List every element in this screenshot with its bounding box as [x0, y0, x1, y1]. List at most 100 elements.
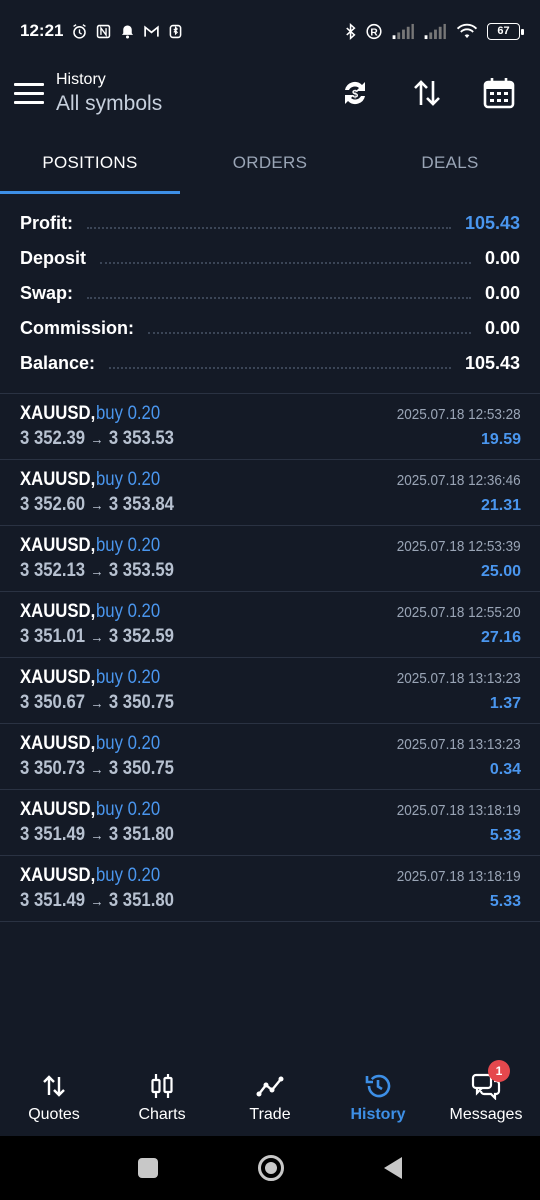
- trade-open-price: 3 352.60: [20, 494, 86, 515]
- currency-refresh-button[interactable]: $: [334, 72, 376, 114]
- trade-time: 2025.07.18 12:53:28: [397, 406, 521, 423]
- battery-level: 67: [497, 25, 510, 37]
- tab-positions[interactable]: POSITIONS: [0, 132, 180, 194]
- app-bar: History All symbols $: [0, 62, 540, 124]
- tab-orders[interactable]: ORDERS: [180, 132, 360, 194]
- positions-list: XAUUSD, buy 0.20 3 352.39 → 3 353.53 2025.0…: [0, 393, 540, 922]
- trade-symbol: XAUUSD,: [20, 667, 96, 688]
- trade-icon: [256, 1076, 284, 1097]
- trade-close-price: 3 350.75: [108, 758, 174, 779]
- nav-quotes[interactable]: Quotes: [0, 1060, 108, 1136]
- menu-icon[interactable]: [14, 82, 44, 104]
- trade-close-price: 3 350.75: [108, 692, 174, 713]
- trade-profit: 21.31: [480, 497, 521, 514]
- bluetooth-icon: [346, 22, 356, 40]
- trade-time: 2025.07.18 13:13:23: [397, 670, 521, 687]
- svg-text:R: R: [370, 27, 378, 38]
- arrow-right-icon: →: [90, 694, 104, 712]
- list-item[interactable]: XAUUSD, buy 0.20 3 352.13 → 3 353.59 2025.0…: [0, 526, 540, 592]
- gmail-icon: [144, 24, 160, 37]
- list-item[interactable]: XAUUSD, buy 0.20 3 352.60 → 3 353.84 2025.0…: [0, 460, 540, 526]
- sort-button[interactable]: [406, 72, 448, 114]
- trade-side: buy 0.20: [95, 865, 160, 886]
- trade-symbol: XAUUSD,: [20, 799, 96, 820]
- trade-close-price: 3 353.84: [108, 494, 174, 515]
- list-item[interactable]: XAUUSD, buy 0.20 3 350.67 → 3 350.75 2025.0…: [0, 658, 540, 724]
- trade-time: 2025.07.18 12:53:39: [397, 538, 521, 555]
- sort-icon: [414, 80, 440, 106]
- trade-symbol: XAUUSD,: [20, 601, 96, 622]
- trade-profit: 27.16: [480, 629, 521, 646]
- home-button[interactable]: [258, 1155, 284, 1181]
- tab-deals[interactable]: DEALS: [360, 132, 540, 194]
- summary-value: 105.43: [464, 213, 520, 233]
- trade-side: buy 0.20: [95, 535, 160, 556]
- nav-label: Trade: [249, 1106, 291, 1123]
- trade-profit: 5.33: [489, 827, 521, 844]
- nav-label: Messages: [449, 1106, 523, 1123]
- history-tabs: POSITIONS ORDERS DEALS: [0, 132, 540, 194]
- app-actions: $: [334, 72, 520, 114]
- summary-label: Balance:: [20, 353, 96, 373]
- page-title: History: [56, 70, 106, 88]
- trade-open-price: 3 350.73: [20, 758, 86, 779]
- trade-side: buy 0.20: [95, 667, 160, 688]
- arrow-right-icon: →: [90, 496, 104, 514]
- trade-symbol: XAUUSD,: [20, 733, 96, 754]
- trade-side: buy 0.20: [95, 403, 160, 424]
- trade-profit: 0.34: [489, 761, 521, 778]
- charts-icon: [151, 1074, 173, 1098]
- list-item[interactable]: XAUUSD, buy 0.20 3 351.49 → 3 351.80 2025.0…: [0, 790, 540, 856]
- nav-messages[interactable]: Messages 1: [432, 1060, 540, 1136]
- trade-side: buy 0.20: [95, 469, 160, 490]
- system-navigation-bar: [0, 1136, 540, 1200]
- summary-value: 0.00: [484, 248, 520, 268]
- signal-icon: [424, 23, 446, 39]
- list-item[interactable]: XAUUSD, buy 0.20 3 351.49 → 3 351.80 2025.0…: [0, 856, 540, 922]
- list-item[interactable]: XAUUSD, buy 0.20 3 352.39 → 3 353.53 2025.0…: [0, 394, 540, 460]
- summary-row-profit: Profit: 105.43: [0, 206, 540, 241]
- nav-trade[interactable]: Trade: [216, 1060, 324, 1136]
- nav-charts[interactable]: Charts: [108, 1060, 216, 1136]
- alarm-icon: [73, 23, 87, 39]
- trade-close-price: 3 353.53: [108, 428, 174, 449]
- notification-icons: [71, 23, 184, 40]
- calendar-button[interactable]: [478, 72, 520, 114]
- trade-symbol: XAUUSD,: [20, 865, 96, 886]
- trade-side: buy 0.20: [95, 799, 160, 820]
- back-button[interactable]: [384, 1157, 402, 1179]
- trade-symbol: XAUUSD,: [20, 403, 96, 424]
- trade-open-price: 3 351.49: [20, 890, 86, 911]
- summary-row-balance: Balance: 105.43: [0, 346, 540, 381]
- summary-row-commission: Commission: 0.00: [0, 311, 540, 346]
- nav-history[interactable]: History: [324, 1060, 432, 1136]
- trade-time: 2025.07.18 13:18:19: [397, 868, 521, 885]
- trade-time: 2025.07.18 13:18:19: [397, 802, 521, 819]
- trade-profit: 5.33: [489, 893, 521, 910]
- trade-profit: 19.59: [480, 431, 521, 448]
- nav-label: Charts: [138, 1106, 186, 1123]
- bell-icon: [122, 25, 134, 39]
- trade-profit: 25.00: [480, 563, 521, 580]
- summary-row-swap: Swap: 0.00: [0, 276, 540, 311]
- recents-button[interactable]: [138, 1158, 158, 1178]
- list-item[interactable]: XAUUSD, buy 0.20 3 351.01 → 3 352.59 2025.0…: [0, 592, 540, 658]
- summary-label: Profit:: [20, 213, 73, 233]
- trade-side: buy 0.20: [95, 601, 160, 622]
- title-block[interactable]: History All symbols: [56, 71, 162, 116]
- signal-icon: [392, 23, 414, 39]
- nav-label: History: [350, 1106, 406, 1123]
- trade-side: buy 0.20: [95, 733, 160, 754]
- currency-refresh-icon: $: [345, 81, 365, 105]
- list-item[interactable]: XAUUSD, buy 0.20 3 350.73 → 3 350.75 2025.0…: [0, 724, 540, 790]
- status-time: 12:21: [20, 21, 64, 40]
- summary-value: 0.00: [484, 283, 520, 303]
- registered-icon: R: [366, 23, 382, 39]
- trade-open-price: 3 351.49: [20, 824, 86, 845]
- summary-label: Commission:: [20, 318, 135, 338]
- summary-label: Swap:: [20, 283, 74, 303]
- history-icon: [365, 1074, 391, 1098]
- trade-close-price: 3 352.59: [108, 626, 174, 647]
- summary-value: 105.43: [464, 353, 520, 373]
- symbol-filter: All symbols: [56, 91, 163, 115]
